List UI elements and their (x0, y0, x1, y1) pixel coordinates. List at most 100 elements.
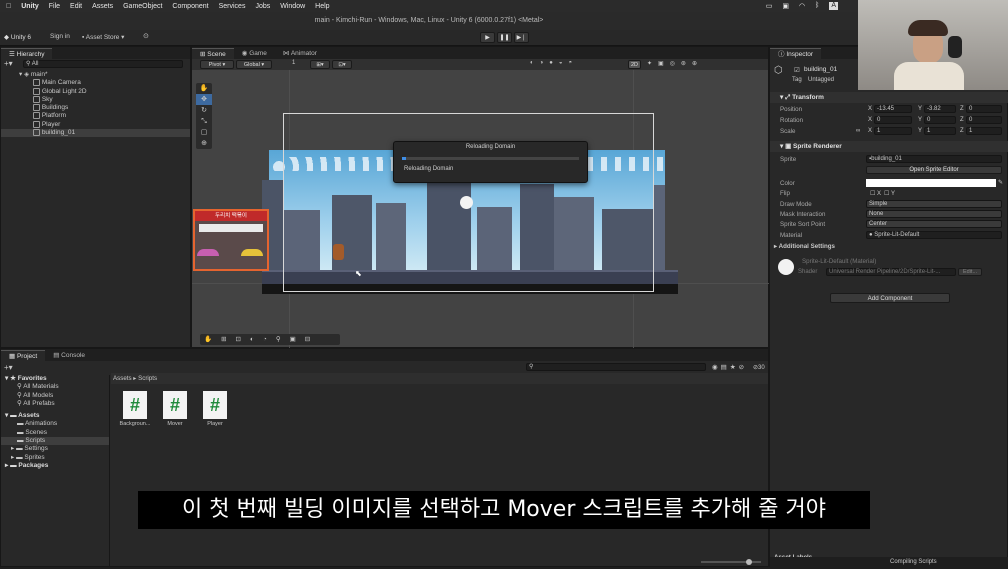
scene-row[interactable]: ▾ ◈ main* (1, 71, 190, 79)
favorite-all-models[interactable]: ⚲ All Models (1, 392, 109, 400)
material-field[interactable]: ● Sprite-Lit-Default (866, 231, 1002, 239)
move-tool-icon[interactable]: ✥ (196, 94, 212, 105)
slider-handle[interactable] (746, 559, 752, 565)
transform-header[interactable]: ▾ ⤢ Transform (770, 92, 1008, 103)
transform-tool-icon[interactable]: ⊕ (196, 138, 212, 149)
account-button[interactable]: ◆ Unity 6 (4, 33, 31, 41)
menu-component[interactable]: Component (172, 3, 208, 10)
scale-x-field[interactable]: 1 (874, 127, 912, 135)
folder-scenes[interactable]: ▬ Scenes (1, 429, 109, 437)
tag-dropdown[interactable]: Untagged (808, 77, 834, 83)
tab-console[interactable]: ▤ Console (45, 350, 93, 361)
hierarchy-item-platform[interactable]: Platform (1, 112, 190, 120)
folder-settings[interactable]: ▸ ▬ Settings (1, 445, 109, 453)
display-icon[interactable]: ▣ (782, 2, 789, 10)
shader-dropdown[interactable]: Universal Render Pipeline/2D/Sprite-Lit-… (826, 268, 956, 276)
position-y-field[interactable]: -3.82 (924, 105, 956, 113)
open-sprite-editor-button[interactable]: Open Sprite Editor (866, 166, 1002, 174)
asset-store-button[interactable]: ▪ Asset Store ▾ (82, 33, 124, 41)
tab-project[interactable]: ▦ Project (1, 350, 46, 361)
position-x-field[interactable]: -13.45 (874, 105, 912, 113)
grid-icon[interactable]: ⊡▾ (332, 60, 352, 69)
folder-scripts[interactable]: ▬ Scripts (1, 437, 109, 446)
draw-mode-icons[interactable]: ◐◑●◒◓ (530, 60, 578, 66)
pause-button[interactable]: ❚❚ (497, 32, 512, 43)
script-file-player[interactable]: # Player (197, 391, 233, 427)
tab-animator[interactable]: ⋈ Animator (275, 48, 325, 59)
breadcrumb-assets[interactable]: Assets (113, 375, 132, 382)
play-button[interactable]: ▶ (480, 32, 495, 43)
menu-jobs[interactable]: Jobs (255, 3, 270, 10)
pivot-dropdown[interactable]: Pivot ▾ (200, 60, 234, 69)
sprite-field[interactable]: ▪building_01 (866, 155, 1002, 163)
hierarchy-item-player[interactable]: Player (1, 120, 190, 129)
menu-gameobject[interactable]: GameObject (123, 3, 162, 10)
object-name-field[interactable]: building_01 (804, 66, 837, 73)
sign-in-button[interactable]: Sign in (50, 33, 70, 40)
hierarchy-item-building-01[interactable]: building_01 (1, 129, 190, 138)
tab-game[interactable]: ◉ Game (234, 48, 275, 59)
sprite-renderer-header[interactable]: ▾ ▣ Sprite Renderer (770, 141, 1008, 152)
user-icon[interactable]: A (829, 2, 838, 10)
wifi-icon[interactable]: ◠ (799, 2, 805, 10)
scene-overlay-toolbar[interactable]: ✋⊞⊡◐◔⚲▣⊟ (200, 334, 340, 345)
edit-shader-button[interactable]: Edit... (958, 268, 982, 276)
scale-tool-icon[interactable]: ⤡ (196, 116, 212, 127)
tab-scene[interactable]: ⊞ Scene (192, 48, 234, 59)
grid-snap-value[interactable]: 1 (292, 60, 295, 66)
rotation-y-field[interactable]: 0 (924, 116, 956, 124)
bluetooth-icon[interactable]: ᛒ (815, 2, 819, 10)
menu-services[interactable]: Services (219, 3, 246, 10)
mask-interaction-dropdown[interactable]: None (866, 210, 1002, 218)
hierarchy-item-sky[interactable]: Sky (1, 95, 190, 104)
tab-inspector[interactable]: ⓘ Inspector (770, 48, 822, 59)
favorite-all-materials[interactable]: ⚲ All Materials (1, 383, 109, 391)
rotate-tool-icon[interactable]: ↻ (196, 105, 212, 116)
hierarchy-item-global-light[interactable]: Global Light 2D (1, 87, 190, 96)
add-icon[interactable]: +▾ (4, 59, 13, 68)
draw-mode-dropdown[interactable]: Simple (866, 200, 1002, 208)
rect-tool-icon[interactable]: ▢ (196, 127, 212, 138)
assets-foldout[interactable]: ▾ ▬ Assets (1, 412, 109, 420)
folder-sprites[interactable]: ▸ ▬ Sprites (1, 454, 109, 462)
menu-assets[interactable]: Assets (92, 3, 113, 10)
hierarchy-search-input[interactable]: ⚲ All (23, 60, 183, 68)
favorite-all-prefabs[interactable]: ⚲ All Prefabs (1, 400, 109, 408)
mode-2d-button[interactable]: 2D (628, 60, 641, 69)
active-checkbox[interactable]: ☑ (794, 66, 800, 74)
folder-animations[interactable]: ▬ Animations (1, 420, 109, 428)
scale-y-field[interactable]: 1 (924, 127, 956, 135)
scene-view-icons[interactable]: ✦▣◎⊛⊕ (647, 60, 703, 67)
menu-window[interactable]: Window (280, 3, 305, 10)
flip-x-checkbox[interactable]: ☐ X (870, 190, 881, 197)
menu-help[interactable]: Help (315, 3, 329, 10)
rotation-z-field[interactable]: 0 (966, 116, 1002, 124)
packages-foldout[interactable]: ▸ ▬ Packages (1, 462, 109, 470)
add-component-button[interactable]: Add Component (830, 293, 950, 303)
scale-z-field[interactable]: 1 (966, 127, 1002, 135)
menu-file[interactable]: File (49, 3, 60, 10)
project-search-input[interactable]: ⚲ (526, 363, 706, 371)
hierarchy-item-main-camera[interactable]: Main Camera (1, 79, 190, 87)
eyedropper-icon[interactable]: ✎ (998, 179, 1003, 186)
menu-edit[interactable]: Edit (70, 3, 82, 10)
snap-icon[interactable]: ⊞▾ (310, 60, 330, 69)
additional-settings-foldout[interactable]: ▸ Additional Settings (774, 243, 835, 250)
menu-unity[interactable]: Unity (21, 3, 39, 10)
project-filter-icons[interactable]: ◉▤★⊘ (712, 363, 747, 371)
tab-hierarchy[interactable]: ☰ Hierarchy (1, 48, 53, 59)
hand-tool-icon[interactable]: ✋ (196, 83, 212, 94)
step-button[interactable]: ▶❘ (514, 32, 529, 43)
link-icon[interactable]: ∞ (856, 128, 860, 134)
script-file-background[interactable]: # Backgroun... (117, 391, 153, 427)
hierarchy-item-buildings[interactable]: Buildings (1, 104, 190, 112)
icon-size-slider[interactable] (701, 559, 761, 565)
rotation-x-field[interactable]: 0 (874, 116, 912, 124)
color-swatch[interactable] (866, 179, 996, 187)
create-icon[interactable]: +▾ (4, 363, 13, 372)
apple-icon[interactable]:  (6, 3, 11, 10)
breadcrumb-scripts[interactable]: Scripts (138, 375, 157, 382)
sort-point-dropdown[interactable]: Center (866, 220, 1002, 228)
script-file-mover[interactable]: # Mover (157, 391, 193, 427)
global-dropdown[interactable]: Global ▾ (236, 60, 272, 69)
